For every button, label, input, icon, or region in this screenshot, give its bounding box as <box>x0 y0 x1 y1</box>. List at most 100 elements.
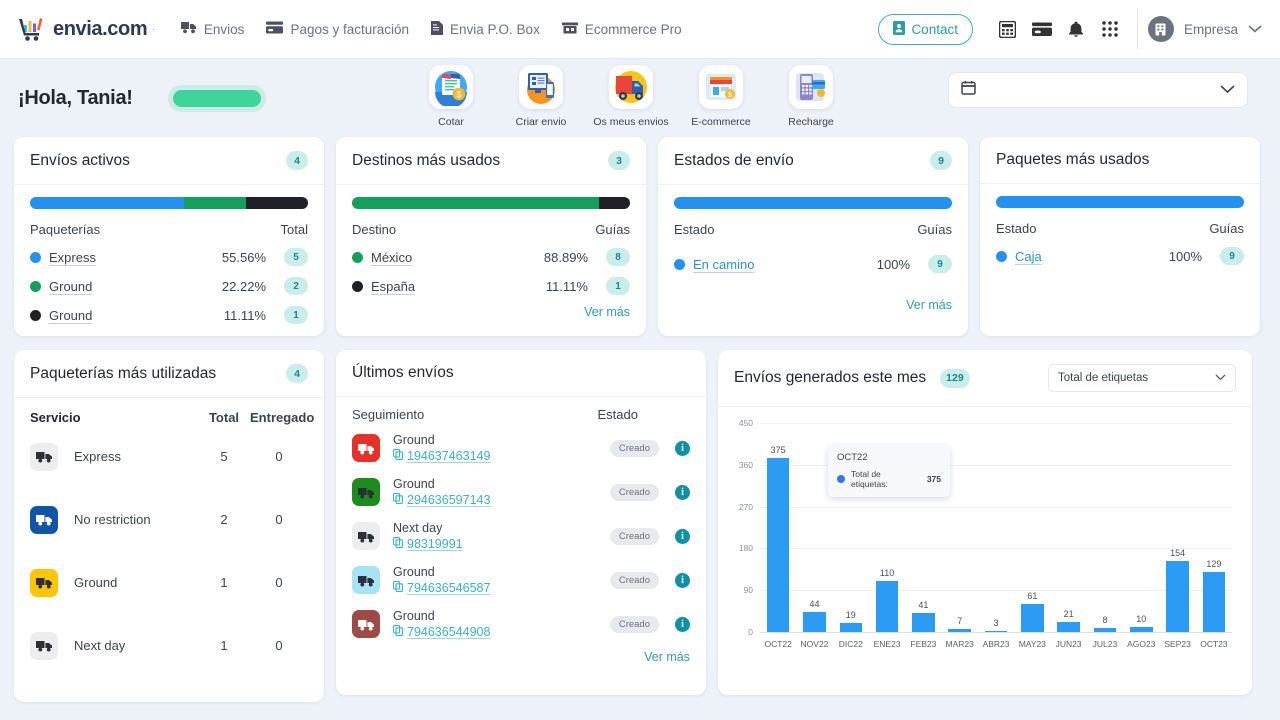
ver-mas-link[interactable]: Ver más <box>352 305 630 319</box>
info-icon[interactable]: i <box>675 528 690 544</box>
list-item[interactable]: Ground 794636546587 Creado i <box>352 558 690 602</box>
bar-rect[interactable] <box>1202 572 1226 632</box>
bar-rect[interactable] <box>912 612 935 632</box>
list-item[interactable]: Ground 794636544908 Creado i <box>352 602 690 646</box>
bar-rect[interactable] <box>1021 603 1044 632</box>
quick-action-criar-envio[interactable]: Criar envio <box>510 65 572 128</box>
quick-action-cotar[interactable]: $ Cotar <box>420 65 482 128</box>
bar-rect[interactable] <box>839 623 863 632</box>
chevron-down-icon[interactable] <box>1248 20 1262 38</box>
table-row[interactable]: Express 5 0 <box>30 425 308 488</box>
calculator-icon[interactable] <box>991 12 1025 46</box>
legend-color-dot <box>30 309 41 321</box>
column-total: Total <box>208 410 240 425</box>
chart-bar[interactable]: 3 <box>978 423 1014 632</box>
legend-row[interactable]: Express 55.56% 5 <box>30 248 308 266</box>
my-shipments-truck-icon <box>609 65 653 109</box>
status-badge: Creado <box>609 439 659 457</box>
bar-rect[interactable] <box>766 457 790 632</box>
chart-bar[interactable]: 61 <box>1014 423 1050 632</box>
service-delivered: 0 <box>275 575 283 590</box>
table-header: Servicio Total Entregado <box>30 404 314 425</box>
copy-icon[interactable] <box>393 448 403 463</box>
tracking-number-link[interactable]: 294636597143 <box>393 493 490 507</box>
copy-icon[interactable] <box>393 492 403 507</box>
tracking-number-link[interactable]: 98319991 <box>393 537 463 551</box>
chevron-down-icon[interactable] <box>1220 81 1235 99</box>
bar-rect[interactable] <box>1130 627 1153 632</box>
legend-label[interactable]: México <box>371 250 412 265</box>
info-icon[interactable]: i <box>675 484 690 500</box>
nav-item-envia-po-box[interactable]: Envia P.O. Box <box>431 20 540 38</box>
quick-action-os-meus-envios[interactable]: Os meus envios <box>593 65 669 128</box>
legend-row[interactable]: España 11.11% 1 <box>352 277 630 295</box>
table-row[interactable]: No restriction 2 0 <box>30 488 308 551</box>
y-axis-tick: 0 <box>748 627 753 637</box>
list-item[interactable]: Next day 98319991 Creado i <box>352 514 690 558</box>
date-range-picker[interactable] <box>948 72 1248 108</box>
quick-action-ecommerce[interactable]: $ E-commerce <box>690 65 752 128</box>
tooltip-title: OCT22 <box>837 452 868 463</box>
legend-row[interactable]: Ground 11.11% 1 <box>30 306 308 324</box>
legend-row[interactable]: México 88.89% 8 <box>352 248 630 266</box>
info-icon[interactable]: i <box>675 440 690 456</box>
card-header: Paquetes más usados <box>980 137 1260 184</box>
legend-row[interactable]: Ground 22.22% 2 <box>30 277 308 295</box>
legend-label[interactable]: Ground <box>49 308 92 323</box>
list-item[interactable]: Ground 294636597143 Creado i <box>352 470 690 514</box>
service-delivered: 0 <box>275 449 283 464</box>
credit-card-icon[interactable] <box>1025 12 1059 46</box>
table-row[interactable]: Ground 1 0 <box>30 551 308 614</box>
bar-rect[interactable] <box>1093 628 1117 632</box>
copy-icon[interactable] <box>393 624 403 639</box>
chevron-down-icon[interactable] <box>1215 372 1226 384</box>
bar-rect[interactable] <box>1057 622 1080 632</box>
bar-rect[interactable] <box>1166 560 1189 632</box>
contact-button[interactable]: Contact <box>878 13 973 45</box>
legend-row[interactable]: En camino 100% 9 <box>674 255 952 273</box>
card-envios-activos: Envíos activos 4 Paqueterías Total Expre… <box>14 137 324 336</box>
chart-bar[interactable]: 21 <box>1051 423 1087 632</box>
table-row[interactable]: Next day 1 0 <box>30 614 308 677</box>
envia-logo[interactable]: envia.com · <box>18 16 155 42</box>
tracking-number-link[interactable]: 194637463149 <box>393 449 490 463</box>
copy-icon[interactable] <box>393 580 403 595</box>
legend-row[interactable]: Caja 100% 9 <box>996 247 1244 265</box>
apps-grid-icon[interactable] <box>1093 12 1127 46</box>
legend-label[interactable]: Ground <box>49 279 92 294</box>
legend-label[interactable]: Caja <box>1015 249 1042 264</box>
nav-item-envios[interactable]: Envios <box>180 21 244 37</box>
metric-select[interactable]: Total de etiquetas <box>1048 364 1236 392</box>
info-icon[interactable]: i <box>675 616 690 632</box>
info-icon[interactable]: i <box>675 572 690 588</box>
bar-rect[interactable] <box>948 628 971 632</box>
list-item[interactable]: Ground 194637463149 Creado i <box>352 426 690 470</box>
nav-item-pagos-y-facturacion[interactable]: Pagos y facturación <box>266 21 409 37</box>
bar-rect[interactable] <box>984 630 1008 632</box>
legend-label[interactable]: Express <box>49 250 96 265</box>
nav-item-ecommerce-pro[interactable]: Ecommerce Pro <box>561 21 682 37</box>
tracking-number-link[interactable]: 794636546587 <box>393 581 490 595</box>
ver-mas-link[interactable]: Ver más <box>674 298 952 312</box>
card-title: Estados de envío <box>674 151 794 169</box>
service-delivered: 0 <box>275 512 283 527</box>
chart-bar[interactable]: 10 <box>1123 423 1159 632</box>
chart-bar[interactable]: 154 <box>1159 423 1195 632</box>
legend-label[interactable]: En camino <box>693 257 754 272</box>
chart-bar[interactable]: 375 <box>760 423 796 632</box>
legend-count: 5 <box>284 248 308 266</box>
quick-action-recharge[interactable]: Recharge <box>780 65 842 128</box>
tracking-number-link[interactable]: 794636544908 <box>393 625 490 639</box>
chart-bar[interactable]: 8 <box>1087 423 1123 632</box>
distribution-bar <box>352 197 630 209</box>
bell-icon[interactable] <box>1059 12 1093 46</box>
legend-col-left: Paqueterías <box>30 222 101 237</box>
bar-rect[interactable] <box>803 611 826 632</box>
chart-bar[interactable]: 129 <box>1196 423 1232 632</box>
legend-header: Estado Guías <box>674 222 952 237</box>
ver-mas-link[interactable]: Ver más <box>352 650 690 664</box>
copy-icon[interactable] <box>393 536 403 551</box>
user-menu[interactable]: Empresa <box>1147 16 1266 42</box>
legend-label[interactable]: España <box>371 279 415 294</box>
bar-rect[interactable] <box>875 581 899 632</box>
